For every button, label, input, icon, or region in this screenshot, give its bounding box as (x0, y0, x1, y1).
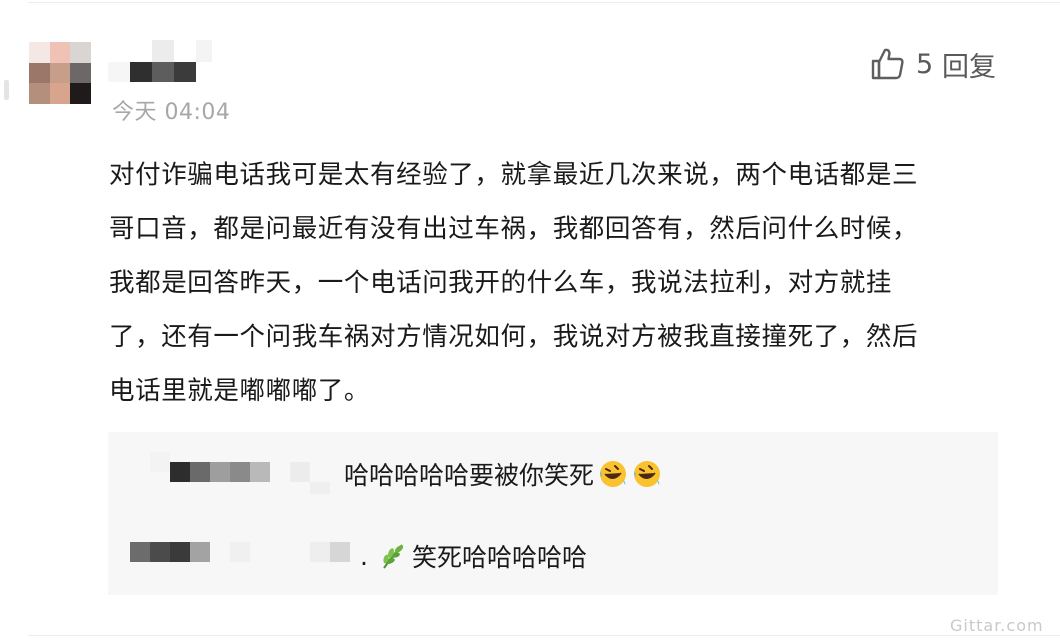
comment-timestamp: 今天 04:04 (112, 100, 231, 125)
username-blurred[interactable] (108, 40, 218, 84)
reply-text: 哈哈哈哈哈要被你笑死 (344, 461, 595, 490)
comment-card: 今天 04:04 5 回复 对付诈骗电话我可是太有经验了，就拿最近几次来说，两个… (0, 0, 1060, 644)
avatar[interactable] (29, 42, 91, 104)
reply-item[interactable]: 哈哈哈哈哈要被你笑死 (344, 454, 662, 494)
comment-line: 对付诈骗电话我可是太有经验了，就拿最近几次来说，两个电话都是三 (109, 160, 919, 190)
rolling-on-floor-laughing-icon (600, 461, 627, 487)
adjacent-avatar-edge (4, 80, 9, 100)
comment-line: 我都是回答昨天，一个电话问我开的什么车，我说法拉利，对方就挂 (109, 268, 893, 298)
reply-prefix: . (360, 541, 368, 571)
watermark: Gittar.com (950, 616, 1044, 635)
comment-body: 对付诈骗电话我可是太有经验了，就拿最近几次来说，两个电话都是三 哥口音，都是问最… (109, 148, 1009, 418)
thumbs-up-icon (871, 48, 904, 80)
reply-text: 笑死哈哈哈哈哈 (411, 543, 587, 572)
replies-preview[interactable]: 哈哈哈哈哈要被你笑死 . 笑死哈哈哈哈哈 (108, 432, 998, 595)
comment-line: 了，还有一个问我车祸对方情况如何，我说对方被我直接撞死了，然后 (109, 322, 919, 352)
comment-line: 电话里就是嘟嘟嘟了。 (109, 376, 371, 406)
rolling-on-floor-laughing-icon (634, 461, 661, 487)
reply-button[interactable]: 回复 (942, 44, 996, 84)
herb-leaf-icon (383, 544, 404, 569)
comment-line: 哥口音，都是问最近有没有出过车祸，我都回答有，然后问什么时候， (109, 214, 919, 244)
divider (28, 2, 1060, 3)
divider (28, 635, 1060, 636)
like-count: 5 (916, 48, 934, 80)
like-button[interactable]: 5 (870, 44, 933, 84)
reply-item[interactable]: . 笑死哈哈哈哈哈 (360, 536, 587, 576)
